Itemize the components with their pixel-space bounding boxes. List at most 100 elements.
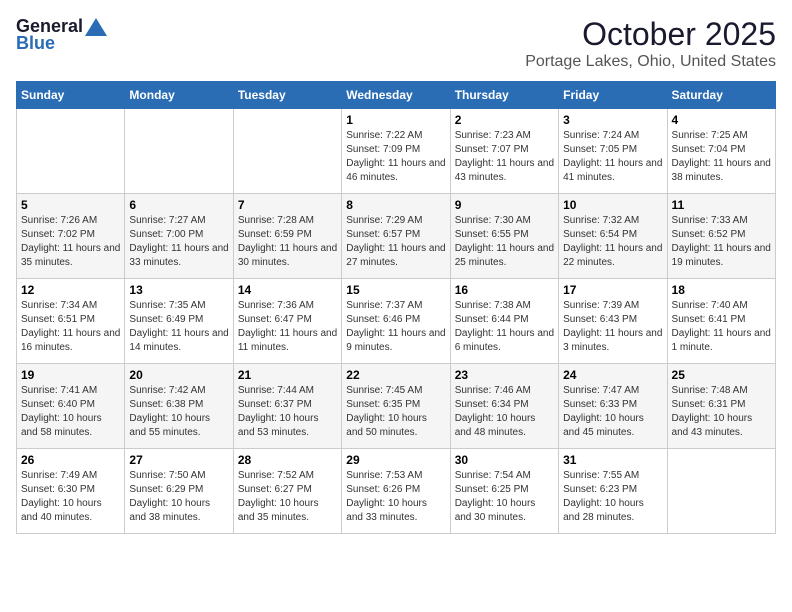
calendar-cell: 20 Sunrise: 7:42 AMSunset: 6:38 PMDayligh… (125, 364, 233, 449)
day-number: 6 (129, 198, 228, 212)
day-info: Sunrise: 7:28 AMSunset: 6:59 PMDaylight:… (238, 214, 337, 270)
calendar-cell: 21 Sunrise: 7:44 AMSunset: 6:37 PMDayligh… (233, 364, 341, 449)
day-number: 29 (346, 453, 445, 467)
day-number: 15 (346, 283, 445, 297)
page-header: General Blue October 2025 Portage Lakes,… (16, 16, 776, 71)
calendar-cell: 9Sunrise: 7:30 AMSunset: 6:55 PMDaylight… (450, 194, 558, 279)
day-number: 17 (563, 283, 662, 297)
day-number: 13 (129, 283, 228, 297)
calendar-week-row: 5Sunrise: 7:26 AMSunset: 7:02 PMDaylight… (17, 194, 776, 279)
calendar-cell: 7 Sunrise: 7:28 AMSunset: 6:59 PMDaylight… (233, 194, 341, 279)
calendar-cell: 18Sunrise: 7:40 AMSunset: 6:41 PMDayligh… (667, 279, 775, 364)
calendar-cell: 26Sunrise: 7:49 AMSunset: 6:30 PMDayligh… (17, 449, 125, 534)
calendar-cell: 11 Sunrise: 7:33 AMSunset: 6:52 PMDayligh… (667, 194, 775, 279)
day-number: 25 (672, 368, 771, 382)
day-info: Sunrise: 7:34 AMSunset: 6:51 PMDaylight:… (21, 299, 120, 355)
day-number: 2 (455, 113, 554, 127)
day-number: 5 (21, 198, 120, 212)
column-header-wednesday: Wednesday (342, 82, 450, 109)
day-info: Sunrise: 7:46 AMSunset: 6:34 PMDaylight:… (455, 384, 554, 440)
day-number: 21 (238, 368, 337, 382)
day-info: Sunrise: 7:33 AMSunset: 6:52 PMDaylight:… (672, 214, 771, 270)
day-number: 11 (672, 198, 771, 212)
calendar-table: SundayMondayTuesdayWednesdayThursdayFrid… (16, 81, 776, 534)
title-block: October 2025 Portage Lakes, Ohio, United… (525, 16, 776, 71)
day-number: 16 (455, 283, 554, 297)
month-title: October 2025 (525, 16, 776, 53)
calendar-cell: 29 Sunrise: 7:53 AMSunset: 6:26 PMDayligh… (342, 449, 450, 534)
day-number: 20 (129, 368, 228, 382)
column-header-sunday: Sunday (17, 82, 125, 109)
calendar-cell: 4 Sunrise: 7:25 AMSunset: 7:04 PMDaylight… (667, 109, 775, 194)
day-number: 10 (563, 198, 662, 212)
calendar-cell: 27 Sunrise: 7:50 AMSunset: 6:29 PMDayligh… (125, 449, 233, 534)
calendar-cell: 23Sunrise: 7:46 AMSunset: 6:34 PMDayligh… (450, 364, 558, 449)
calendar-cell: 2Sunrise: 7:23 AMSunset: 7:07 PMDaylight… (450, 109, 558, 194)
calendar-cell (233, 109, 341, 194)
day-number: 7 (238, 198, 337, 212)
day-number: 14 (238, 283, 337, 297)
calendar-cell: 12 Sunrise: 7:34 AMSunset: 6:51 PMDayligh… (17, 279, 125, 364)
day-info: Sunrise: 7:45 AMSunset: 6:35 PMDaylight:… (346, 384, 445, 440)
calendar-week-row: 12 Sunrise: 7:34 AMSunset: 6:51 PMDayligh… (17, 279, 776, 364)
day-number: 9 (455, 198, 554, 212)
location-title: Portage Lakes, Ohio, United States (525, 53, 776, 71)
day-number: 4 (672, 113, 771, 127)
column-header-saturday: Saturday (667, 82, 775, 109)
day-info: Sunrise: 7:37 AMSunset: 6:46 PMDaylight:… (346, 299, 445, 355)
calendar-cell: 13 Sunrise: 7:35 AMSunset: 6:49 PMDayligh… (125, 279, 233, 364)
logo-icon (85, 18, 107, 36)
calendar-week-row: 1Sunrise: 7:22 AMSunset: 7:09 PMDaylight… (17, 109, 776, 194)
day-info: Sunrise: 7:39 AMSunset: 6:43 PMDaylight:… (563, 299, 662, 355)
calendar-cell: 6Sunrise: 7:27 AMSunset: 7:00 PMDaylight… (125, 194, 233, 279)
day-number: 3 (563, 113, 662, 127)
calendar-cell: 17 Sunrise: 7:39 AMSunset: 6:43 PMDayligh… (559, 279, 667, 364)
day-info: Sunrise: 7:52 AMSunset: 6:27 PMDaylight:… (238, 469, 337, 525)
day-info: Sunrise: 7:32 AMSunset: 6:54 PMDaylight:… (563, 214, 662, 270)
calendar-cell: 14 Sunrise: 7:36 AMSunset: 6:47 PMDayligh… (233, 279, 341, 364)
day-number: 1 (346, 113, 445, 127)
day-info: Sunrise: 7:53 AMSunset: 6:26 PMDaylight:… (346, 469, 445, 525)
day-info: Sunrise: 7:47 AMSunset: 6:33 PMDaylight:… (563, 384, 662, 440)
calendar-cell: 10 Sunrise: 7:32 AMSunset: 6:54 PMDayligh… (559, 194, 667, 279)
column-header-monday: Monday (125, 82, 233, 109)
day-info: Sunrise: 7:54 AMSunset: 6:25 PMDaylight:… (455, 469, 554, 525)
calendar-cell: 3Sunrise: 7:24 AMSunset: 7:05 PMDaylight… (559, 109, 667, 194)
calendar-cell (17, 109, 125, 194)
calendar-cell: 24Sunrise: 7:47 AMSunset: 6:33 PMDayligh… (559, 364, 667, 449)
calendar-cell: 16 Sunrise: 7:38 AMSunset: 6:44 PMDayligh… (450, 279, 558, 364)
calendar-cell: 5Sunrise: 7:26 AMSunset: 7:02 PMDaylight… (17, 194, 125, 279)
calendar-cell: 1Sunrise: 7:22 AMSunset: 7:09 PMDaylight… (342, 109, 450, 194)
calendar-cell: 31 Sunrise: 7:55 AMSunset: 6:23 PMDayligh… (559, 449, 667, 534)
column-header-tuesday: Tuesday (233, 82, 341, 109)
day-info: Sunrise: 7:55 AMSunset: 6:23 PMDaylight:… (563, 469, 662, 525)
day-number: 28 (238, 453, 337, 467)
day-info: Sunrise: 7:41 AMSunset: 6:40 PMDaylight:… (21, 384, 120, 440)
day-info: Sunrise: 7:35 AMSunset: 6:49 PMDaylight:… (129, 299, 228, 355)
column-header-friday: Friday (559, 82, 667, 109)
day-number: 8 (346, 198, 445, 212)
day-info: Sunrise: 7:42 AMSunset: 6:38 PMDaylight:… (129, 384, 228, 440)
day-info: Sunrise: 7:25 AMSunset: 7:04 PMDaylight:… (672, 129, 771, 185)
calendar-cell (125, 109, 233, 194)
day-info: Sunrise: 7:36 AMSunset: 6:47 PMDaylight:… (238, 299, 337, 355)
calendar-week-row: 26Sunrise: 7:49 AMSunset: 6:30 PMDayligh… (17, 449, 776, 534)
calendar-cell (667, 449, 775, 534)
day-info: Sunrise: 7:49 AMSunset: 6:30 PMDaylight:… (21, 469, 120, 525)
calendar-cell: 19 Sunrise: 7:41 AMSunset: 6:40 PMDayligh… (17, 364, 125, 449)
calendar-week-row: 19 Sunrise: 7:41 AMSunset: 6:40 PMDayligh… (17, 364, 776, 449)
day-number: 31 (563, 453, 662, 467)
column-header-thursday: Thursday (450, 82, 558, 109)
day-info: Sunrise: 7:44 AMSunset: 6:37 PMDaylight:… (238, 384, 337, 440)
day-number: 22 (346, 368, 445, 382)
day-number: 12 (21, 283, 120, 297)
day-info: Sunrise: 7:48 AMSunset: 6:31 PMDaylight:… (672, 384, 771, 440)
calendar-cell: 22 Sunrise: 7:45 AMSunset: 6:35 PMDayligh… (342, 364, 450, 449)
day-number: 30 (455, 453, 554, 467)
logo: General Blue (16, 16, 107, 54)
day-info: Sunrise: 7:50 AMSunset: 6:29 PMDaylight:… (129, 469, 228, 525)
day-number: 27 (129, 453, 228, 467)
day-info: Sunrise: 7:38 AMSunset: 6:44 PMDaylight:… (455, 299, 554, 355)
calendar-cell: 8Sunrise: 7:29 AMSunset: 6:57 PMDaylight… (342, 194, 450, 279)
day-number: 19 (21, 368, 120, 382)
